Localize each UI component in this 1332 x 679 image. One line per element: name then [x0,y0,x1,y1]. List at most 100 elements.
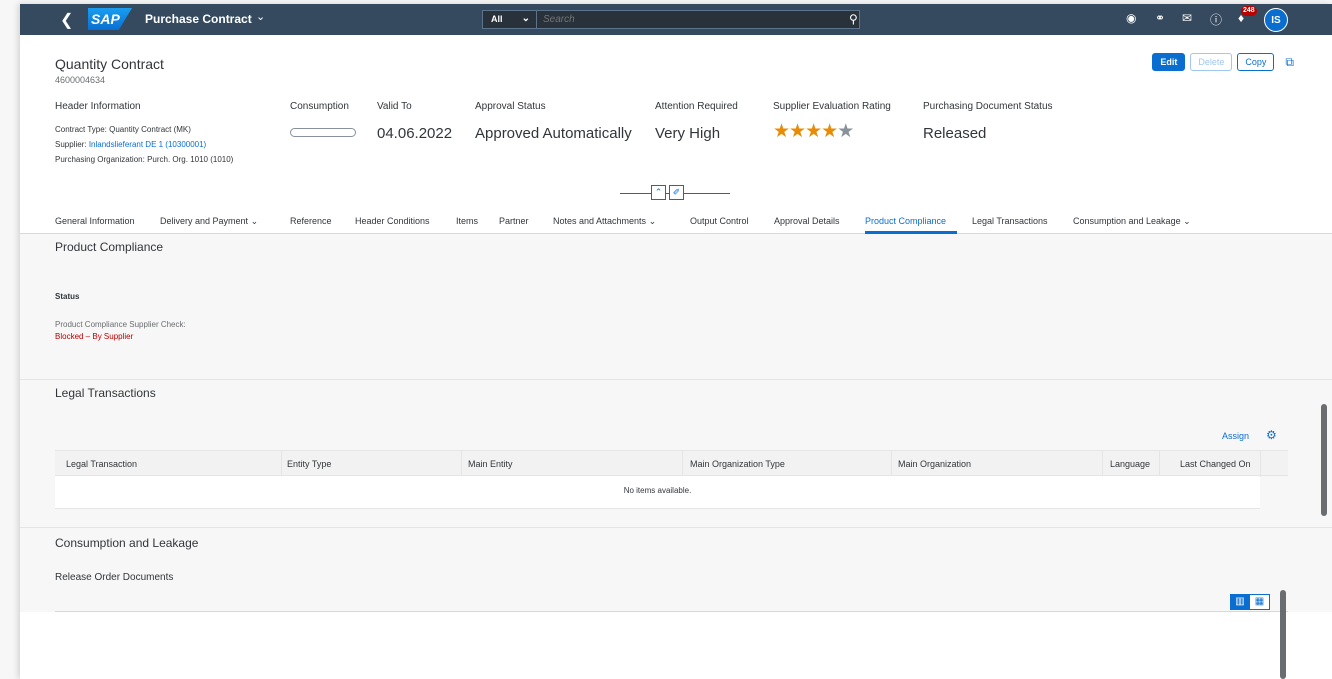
doc-status-label: Purchasing Document Status [923,101,1053,112]
tab-label: Consumption and Leakage [1073,216,1181,226]
edit-button[interactable]: Edit [1152,53,1186,71]
column-header[interactable]: Main Organization Type [690,459,785,469]
feedback-icon[interactable]: ✉ [1182,11,1192,25]
empty-table-text: No items available. [623,486,692,495]
column-divider [682,451,683,477]
doc-status-kpi: Purchasing Document Status Released [923,101,1053,142]
tab-label: Delivery and Payment [160,216,249,226]
avatar[interactable]: IS [1264,8,1288,32]
approval-kpi: Approval Status Approved Automatically [475,101,632,142]
help-icon[interactable]: ⓘ [1210,11,1222,28]
section-scrollbar[interactable] [1280,590,1286,679]
shell-bar: ❮ SAP Purchase Contract ⌄ All ⌄ ⚲ ◉ ⚭ ✉ … [20,4,1332,35]
assign-button[interactable]: Assign [1222,431,1249,441]
column-divider [1260,451,1261,477]
column-divider [281,451,282,477]
star-icon: ★ [789,121,806,142]
tab-general-information[interactable]: General Information [55,216,135,226]
pin-icon[interactable]: ✐ [669,185,684,200]
column-divider [1159,451,1160,477]
tab-reference[interactable]: Reference [290,216,332,226]
approval-label: Approval Status [475,101,546,112]
valid-to-kpi: Valid To 04.06.2022 [377,101,452,142]
app-window: ❮ SAP Purchase Contract ⌄ All ⌄ ⚲ ◉ ⚭ ✉ … [20,4,1332,679]
header-collapse-control: ⌃ ✐ [620,185,730,201]
attention-kpi: Attention Required Very High [655,101,738,142]
search-input[interactable] [537,10,860,29]
column-header[interactable]: Main Organization [898,459,971,469]
tab-delivery-and-payment[interactable]: Delivery and Payment ⌄ [160,216,258,227]
document-number: 4600004634 [55,75,106,85]
valid-to-label: Valid To [377,101,412,112]
attention-label: Attention Required [655,101,738,112]
object-header: Quantity Contract 4600004634 Edit Delete… [20,35,1332,234]
column-header[interactable]: Last Changed On [1180,459,1251,469]
header-info-label: Header Information [55,101,141,112]
chart-view-icon[interactable]: ▥ [1230,594,1250,610]
supplier-link[interactable]: Inlandslieferant DE 1 (10300001) [89,140,206,149]
consumption-progress-bar [290,128,356,137]
header-information: Header Information Contract Type: Quanti… [55,101,233,164]
valid-to-value: 04.06.2022 [377,125,453,142]
app-title[interactable]: Purchase Contract [145,12,252,26]
rating-kpi: Supplier Evaluation Rating ★★★★★ [773,101,891,143]
column-header[interactable]: Entity Type [287,459,331,469]
collapse-header-icon[interactable]: ⌃ [651,185,666,200]
table-header: Legal Transaction Entity Type Main Entit… [55,450,1288,477]
back-icon[interactable]: ❮ [60,10,74,30]
rating-label: Supplier Evaluation Rating [773,101,891,112]
star-empty-icon: ★ [837,121,854,142]
product-compliance-title: Product Compliance [55,240,164,254]
page-title: Quantity Contract [55,56,164,72]
search-bar: All ⌄ [482,10,874,29]
tab-output-control[interactable]: Output Control [690,216,749,226]
purch-org-value: Purch. Org. 1010 (1010) [147,155,234,164]
search-scope-select[interactable]: All ⌄ [482,10,537,29]
purch-org-label: Purchasing Organization: [55,155,145,164]
tab-legal-transactions[interactable]: Legal Transactions [972,216,1048,226]
release-order-documents-heading: Release Order Documents [55,572,174,583]
delete-button[interactable]: Delete [1190,53,1233,71]
chevron-down-icon: ⌄ [250,216,259,226]
supplier-label: Supplier: [55,140,87,149]
tab-approval-details[interactable]: Approval Details [774,216,840,226]
copilot-icon[interactable]: ◉ [1126,11,1136,25]
copy-button[interactable]: Copy [1237,53,1275,71]
share-icon[interactable]: ⧉ [1285,55,1294,70]
tab-notes-and-attachments[interactable]: Notes and Attachments ⌄ [553,216,656,227]
approval-value: Approved Automatically [475,125,632,142]
column-header[interactable]: Legal Transaction [66,459,137,469]
purch-org-line: Purchasing Organization: Purch. Org. 101… [55,155,233,164]
column-header[interactable]: Main Entity [468,459,513,469]
tab-label: Notes and Attachments [553,216,647,226]
tab-partner[interactable]: Partner [499,216,529,226]
section-divider [20,379,1332,380]
attention-value: Very High [655,125,721,142]
column-header[interactable]: Language [1110,459,1150,469]
legal-transactions-table: Legal Transaction Entity Type Main Entit… [55,450,1288,509]
contract-type-value: Quantity Contract (MK) [109,125,191,134]
gear-icon[interactable]: ⚙ [1266,428,1277,442]
chevron-down-icon: ⌄ [521,13,530,24]
supplier-check-value: Blocked – By Supplier [55,332,134,341]
tab-header-conditions[interactable]: Header Conditions [355,216,430,226]
active-tab-indicator [865,231,957,234]
tab-consumption-and-leakage[interactable]: Consumption and Leakage ⌄ [1073,216,1191,227]
column-divider [461,451,462,477]
tab-items[interactable]: Items [456,216,478,226]
contract-type-line: Contract Type: Quantity Contract (MK) [55,125,233,134]
table-body: No items available. [55,476,1260,509]
column-divider [1102,451,1103,477]
header-actions: Edit Delete Copy ⧉ [1152,53,1294,71]
tab-product-compliance[interactable]: Product Compliance [865,216,946,226]
search-icon[interactable]: ⚲ [849,12,858,26]
contract-type-label: Contract Type: [55,125,107,134]
sap-logo[interactable]: SAP [88,8,132,30]
release-order-content [20,612,1332,679]
half-star-icon: ★ [821,121,838,142]
supplier-line: Supplier: Inlandslieferant DE 1 (1030000… [55,140,233,149]
table-view-icon[interactable]: ▦ [1250,594,1270,610]
page-scrollbar[interactable] [1321,404,1327,516]
headset-icon[interactable]: ⚭ [1155,11,1165,25]
chevron-down-icon[interactable]: ⌄ [256,10,265,23]
